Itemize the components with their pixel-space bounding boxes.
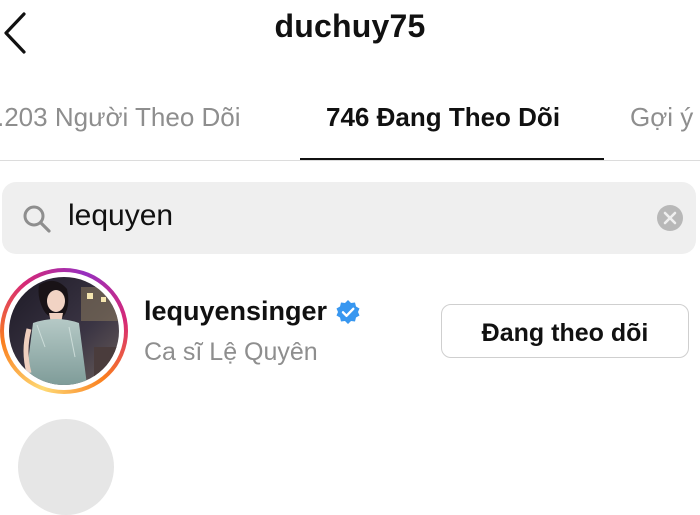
verified-badge-icon — [336, 299, 360, 324]
story-ring[interactable] — [0, 268, 128, 394]
tab-following[interactable]: 746 Đang Theo Dõi — [326, 102, 560, 133]
tab-bar: .203 Người Theo Dõi 746 Đang Theo Dõi Gợ… — [0, 80, 700, 161]
search-icon — [23, 205, 51, 233]
active-tab-indicator — [300, 158, 604, 160]
search-input[interactable]: lequyen — [68, 199, 173, 233]
tab-followers[interactable]: .203 Người Theo Dõi — [0, 102, 241, 133]
following-button[interactable]: Đang theo dõi — [441, 304, 689, 358]
avatar[interactable] — [18, 419, 114, 515]
tab-suggestions[interactable]: Gợi ý — [630, 102, 693, 133]
user-subtitle: Ca sĩ Lệ Quyên — [144, 338, 318, 366]
search-bar[interactable]: lequyen — [2, 182, 696, 254]
avatar — [9, 277, 119, 385]
clear-icon[interactable] — [656, 204, 684, 232]
username[interactable]: lequyensinger — [144, 296, 327, 327]
page-title: duchuy75 — [274, 8, 426, 44]
username-row[interactable]: lequyensinger — [144, 296, 361, 327]
